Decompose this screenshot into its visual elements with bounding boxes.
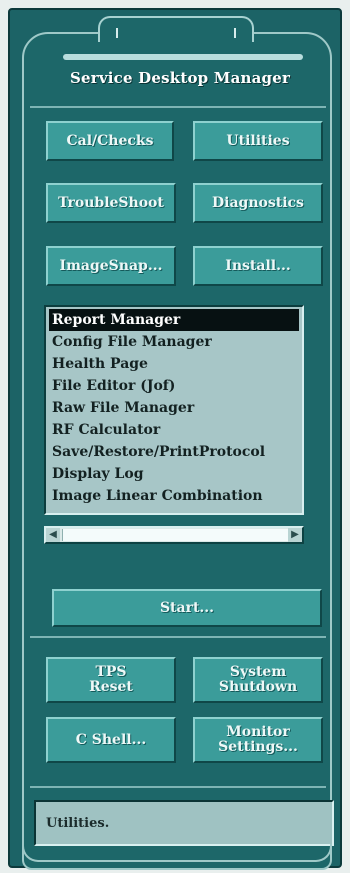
utilities-button[interactable]: Utilities (193, 121, 323, 161)
list-item-config-file-manager[interactable]: Config File Manager (49, 331, 299, 353)
monitor-settings-label-line2: Settings... (218, 739, 298, 755)
section-divider-bottom (30, 636, 326, 638)
system-shutdown-label-line2: Shutdown (218, 679, 298, 695)
scroll-right-icon[interactable]: ▶ (288, 528, 302, 542)
panel-bottom-outline (22, 844, 332, 862)
section-divider-top (30, 106, 326, 108)
imagesnap-button[interactable]: ImageSnap... (46, 246, 176, 286)
scrollbar-thumb[interactable] (62, 529, 296, 541)
start-button[interactable]: Start... (52, 589, 322, 627)
list-item-save-restore-print-protocol[interactable]: Save/Restore/PrintProtocol (49, 441, 299, 463)
install-button[interactable]: Install... (193, 246, 323, 286)
list-item-display-log[interactable]: Display Log (49, 463, 299, 485)
title-bar-line (63, 54, 303, 60)
tools-list[interactable]: Report Manager Config File Manager Healt… (44, 305, 304, 515)
list-item-rf-calculator[interactable]: RF Calculator (49, 419, 299, 441)
tps-reset-button[interactable]: TPS Reset (46, 657, 176, 703)
monitor-settings-button[interactable]: Monitor Settings... (193, 717, 323, 763)
system-shutdown-label-line1: System (229, 664, 287, 681)
troubleshoot-button[interactable]: TroubleShoot (46, 183, 176, 223)
monitor-settings-label-line1: Monitor (226, 724, 290, 741)
tps-reset-label-line2: Reset (89, 679, 133, 695)
list-item-report-manager[interactable]: Report Manager (49, 309, 299, 331)
horizontal-scrollbar[interactable]: ◀ ▶ (44, 526, 304, 544)
tps-reset-label-line1: TPS (95, 664, 127, 681)
window-tab-handle[interactable] (98, 16, 254, 42)
list-item-file-editor[interactable]: File Editor (Jof) (49, 375, 299, 397)
list-item-health-page[interactable]: Health Page (49, 353, 299, 375)
section-divider-status (30, 786, 326, 788)
list-item-image-linear-combination[interactable]: Image Linear Combination (49, 485, 299, 507)
status-bar: Utilities. (34, 800, 334, 846)
scroll-left-icon[interactable]: ◀ (46, 528, 60, 542)
cal-checks-button[interactable]: Cal/Checks (46, 121, 174, 161)
list-item-raw-file-manager[interactable]: Raw File Manager (49, 397, 299, 419)
panel-title: Service Desktop Manager (69, 69, 291, 87)
c-shell-button[interactable]: C Shell... (46, 717, 176, 763)
diagnostics-button[interactable]: Diagnostics (193, 183, 323, 223)
system-shutdown-button[interactable]: System Shutdown (193, 657, 323, 703)
